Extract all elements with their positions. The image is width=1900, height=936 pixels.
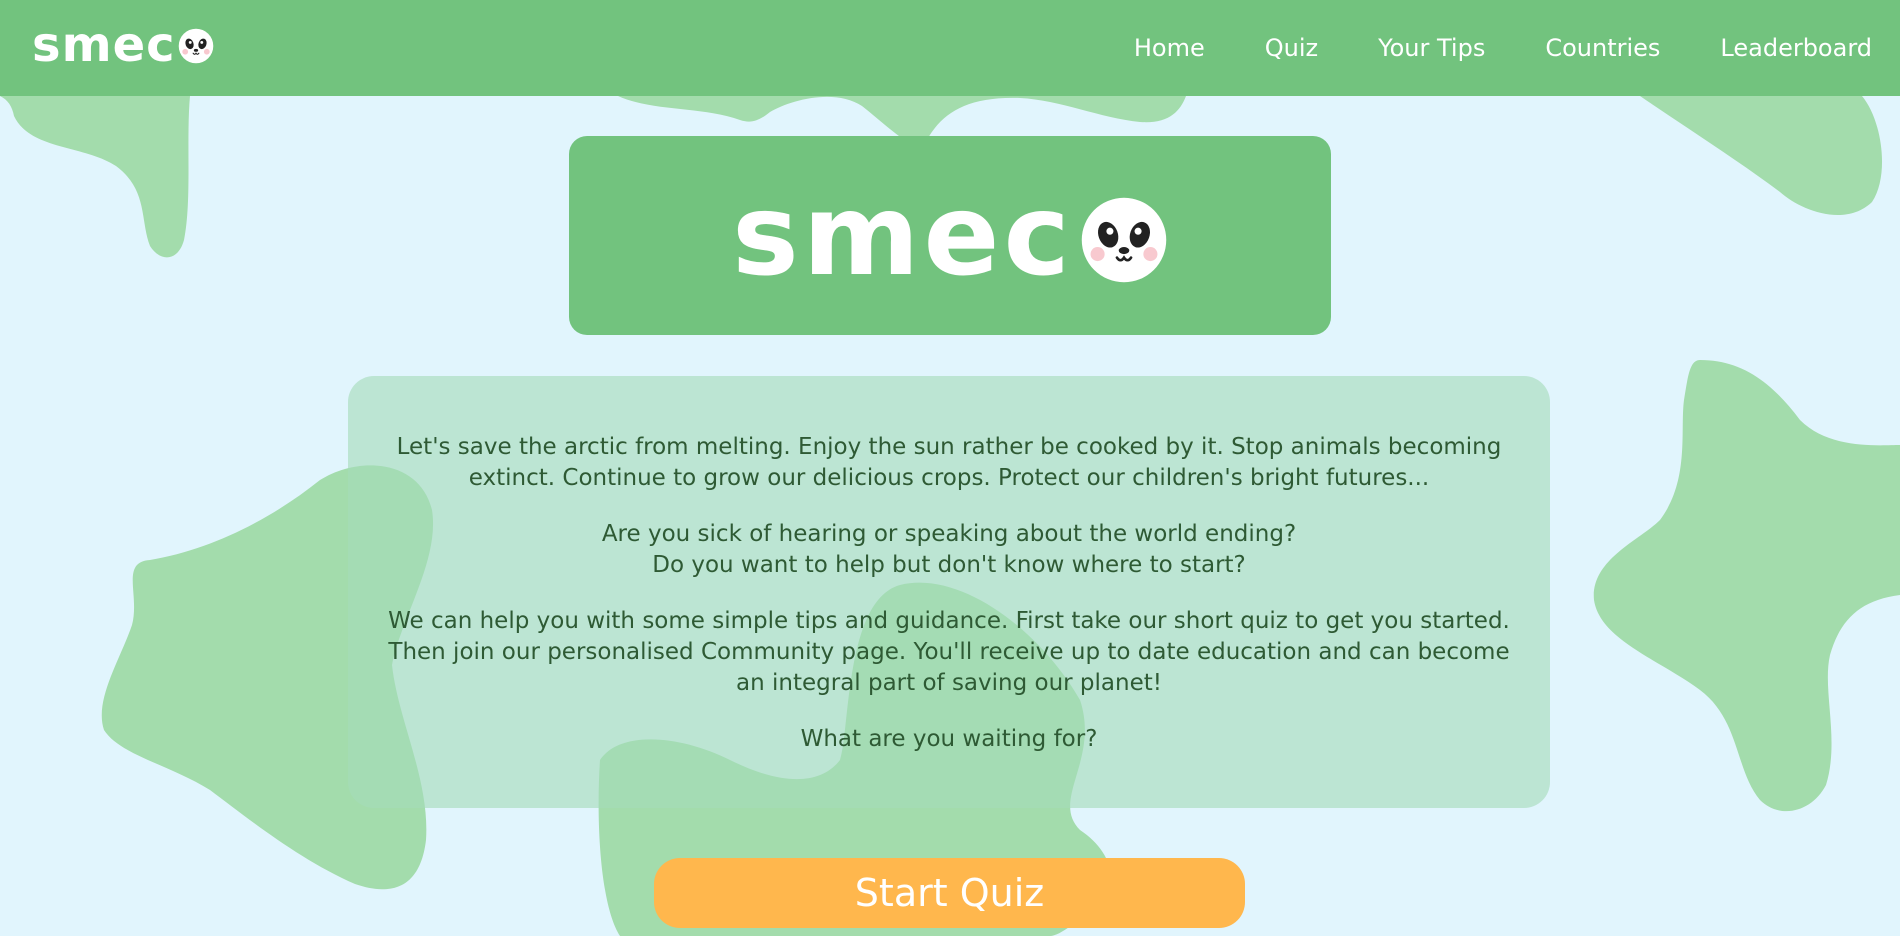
- intro-question-2: Do you want to help but don't know where…: [652, 552, 1246, 578]
- blob-right: [1593, 360, 1900, 812]
- hero-logo-text: smec: [732, 170, 1074, 301]
- nav-link-home[interactable]: Home: [1134, 34, 1205, 62]
- start-quiz-button[interactable]: Start Quiz: [654, 858, 1245, 928]
- intro-question-1: Are you sick of hearing or speaking abou…: [601, 521, 1297, 547]
- intro-paragraph-questions: Are you sick of hearing or speaking abou…: [388, 519, 1510, 581]
- intro-card: Let's save the arctic from melting. Enjo…: [348, 376, 1550, 808]
- nav-link-quiz[interactable]: Quiz: [1265, 34, 1318, 62]
- intro-paragraph-help: We can help you with some simple tips an…: [388, 606, 1510, 699]
- intro-help-2: Then join our personalised Community pag…: [388, 639, 1510, 696]
- intro-help-1: We can help you with some simple tips an…: [388, 608, 1510, 634]
- nav-link-countries[interactable]: Countries: [1545, 34, 1660, 62]
- logo-text: smec: [32, 17, 176, 73]
- nav-link-leaderboard[interactable]: Leaderboard: [1720, 34, 1872, 62]
- intro-paragraph-cta: What are you waiting for?: [800, 726, 1098, 752]
- blob-top-left: [0, 96, 190, 258]
- nav-logo[interactable]: smec: [32, 17, 214, 73]
- panda-face-icon: [178, 28, 213, 64]
- blob-top-right: [1640, 96, 1883, 216]
- intro-paragraph-mission: Let's save the arctic from melting. Enjo…: [396, 434, 1502, 491]
- top-navbar: smec Home Quiz Your Tips Countries Leade…: [0, 0, 1900, 96]
- main-nav: Home Quiz Your Tips Countries Leaderboar…: [1074, 0, 1872, 96]
- hero-logo-banner: smec: [569, 136, 1331, 335]
- nav-link-your-tips[interactable]: Your Tips: [1378, 34, 1485, 62]
- panda-face-icon: [1081, 197, 1167, 282]
